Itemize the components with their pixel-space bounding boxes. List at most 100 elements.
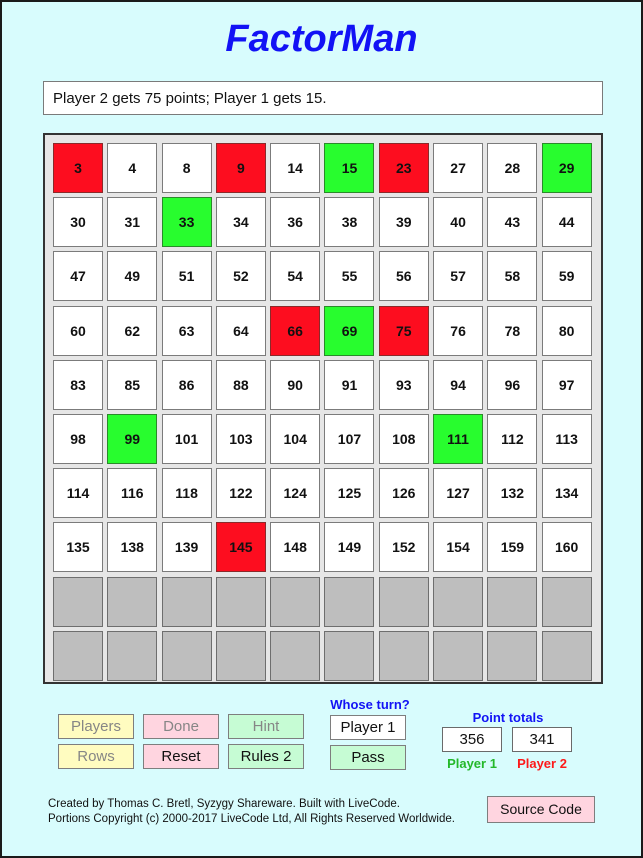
number-tile[interactable]: 93 — [378, 359, 429, 410]
number-tile[interactable]: 99 — [107, 413, 158, 464]
number-tile[interactable]: 66 — [270, 305, 321, 356]
number-tile[interactable]: 14 — [270, 143, 321, 193]
rules-button[interactable]: Rules 2 — [228, 744, 304, 769]
reset-button[interactable]: Reset — [143, 744, 219, 769]
number-tile[interactable]: 31 — [107, 197, 158, 248]
number-tile[interactable]: 29 — [541, 143, 592, 193]
number-tile[interactable]: 125 — [324, 468, 375, 519]
number-tile[interactable]: 148 — [270, 522, 321, 573]
number-tile[interactable]: 15 — [324, 143, 375, 193]
number-tile[interactable]: 64 — [215, 305, 266, 356]
number-tile[interactable]: 60 — [53, 305, 103, 356]
empty-tile — [161, 576, 212, 627]
empty-tile — [433, 630, 484, 681]
number-tile[interactable]: 127 — [433, 468, 484, 519]
number-tile[interactable]: 69 — [324, 305, 375, 356]
tile-grid: 3 4 8 9 14 15 23 27 28 29 30 31 33 34 36 38 39 40 43 44 47 49… — [53, 143, 592, 681]
number-tile[interactable]: 138 — [107, 522, 158, 573]
number-tile[interactable]: 51 — [161, 251, 212, 302]
number-tile[interactable]: 154 — [433, 522, 484, 573]
number-tile[interactable]: 152 — [378, 522, 429, 573]
empty-tile — [433, 576, 484, 627]
rows-button[interactable]: Rows — [58, 744, 134, 769]
number-tile[interactable]: 112 — [487, 413, 538, 464]
empty-tile — [270, 630, 321, 681]
number-tile[interactable]: 97 — [541, 359, 592, 410]
number-tile[interactable]: 52 — [215, 251, 266, 302]
number-tile[interactable]: 118 — [161, 468, 212, 519]
done-button[interactable]: Done — [143, 714, 219, 739]
number-tile[interactable]: 149 — [324, 522, 375, 573]
number-tile[interactable]: 56 — [378, 251, 429, 302]
number-tile[interactable]: 30 — [53, 197, 103, 248]
number-tile[interactable]: 101 — [161, 413, 212, 464]
empty-tile — [53, 630, 103, 681]
number-tile[interactable]: 63 — [161, 305, 212, 356]
number-tile[interactable]: 85 — [107, 359, 158, 410]
number-tile[interactable]: 39 — [378, 197, 429, 248]
hint-button[interactable]: Hint — [228, 714, 304, 739]
source-code-button[interactable]: Source Code — [487, 796, 595, 823]
number-tile[interactable]: 75 — [378, 305, 429, 356]
number-tile[interactable]: 108 — [378, 413, 429, 464]
number-tile[interactable]: 8 — [161, 143, 212, 193]
number-tile[interactable]: 139 — [161, 522, 212, 573]
number-tile[interactable]: 43 — [487, 197, 538, 248]
player1-label: Player 1 — [447, 756, 497, 771]
number-tile[interactable]: 103 — [215, 413, 266, 464]
number-tile[interactable]: 27 — [433, 143, 484, 193]
number-tile[interactable]: 49 — [107, 251, 158, 302]
number-tile[interactable]: 55 — [324, 251, 375, 302]
number-tile[interactable]: 160 — [541, 522, 592, 573]
number-tile[interactable]: 126 — [378, 468, 429, 519]
number-tile[interactable]: 107 — [324, 413, 375, 464]
number-tile[interactable]: 104 — [270, 413, 321, 464]
player2-label: Player 2 — [517, 756, 567, 771]
number-tile[interactable]: 9 — [215, 143, 266, 193]
number-tile[interactable]: 36 — [270, 197, 321, 248]
number-tile[interactable]: 134 — [541, 468, 592, 519]
number-tile[interactable]: 114 — [53, 468, 103, 519]
number-tile[interactable]: 122 — [215, 468, 266, 519]
number-tile[interactable]: 83 — [53, 359, 103, 410]
number-tile[interactable]: 124 — [270, 468, 321, 519]
number-tile[interactable]: 28 — [487, 143, 538, 193]
number-tile[interactable]: 94 — [433, 359, 484, 410]
number-tile[interactable]: 59 — [541, 251, 592, 302]
players-button[interactable]: Players — [58, 714, 134, 739]
number-tile[interactable]: 90 — [270, 359, 321, 410]
number-tile[interactable]: 111 — [433, 413, 484, 464]
number-tile[interactable]: 98 — [53, 413, 103, 464]
number-tile[interactable]: 113 — [541, 413, 592, 464]
number-tile[interactable]: 88 — [215, 359, 266, 410]
number-tile[interactable]: 80 — [541, 305, 592, 356]
number-tile[interactable]: 38 — [324, 197, 375, 248]
empty-tile — [270, 576, 321, 627]
number-tile[interactable]: 91 — [324, 359, 375, 410]
number-tile[interactable]: 57 — [433, 251, 484, 302]
empty-tile — [107, 630, 158, 681]
empty-tile — [215, 576, 266, 627]
number-tile[interactable]: 76 — [433, 305, 484, 356]
number-tile[interactable]: 78 — [487, 305, 538, 356]
number-tile[interactable]: 33 — [161, 197, 212, 248]
number-tile[interactable]: 4 — [107, 143, 158, 193]
number-tile[interactable]: 132 — [487, 468, 538, 519]
number-tile[interactable]: 47 — [53, 251, 103, 302]
number-tile[interactable]: 135 — [53, 522, 103, 573]
number-tile[interactable]: 159 — [487, 522, 538, 573]
number-tile[interactable]: 44 — [541, 197, 592, 248]
number-tile[interactable]: 23 — [378, 143, 429, 193]
number-tile[interactable]: 96 — [487, 359, 538, 410]
number-tile[interactable]: 62 — [107, 305, 158, 356]
empty-tile — [161, 630, 212, 681]
number-tile[interactable]: 116 — [107, 468, 158, 519]
number-tile[interactable]: 34 — [215, 197, 266, 248]
number-tile[interactable]: 145 — [215, 522, 266, 573]
number-tile[interactable]: 54 — [270, 251, 321, 302]
number-tile[interactable]: 58 — [487, 251, 538, 302]
number-tile[interactable]: 3 — [53, 143, 103, 193]
number-tile[interactable]: 86 — [161, 359, 212, 410]
pass-button[interactable]: Pass — [330, 745, 406, 770]
number-tile[interactable]: 40 — [433, 197, 484, 248]
